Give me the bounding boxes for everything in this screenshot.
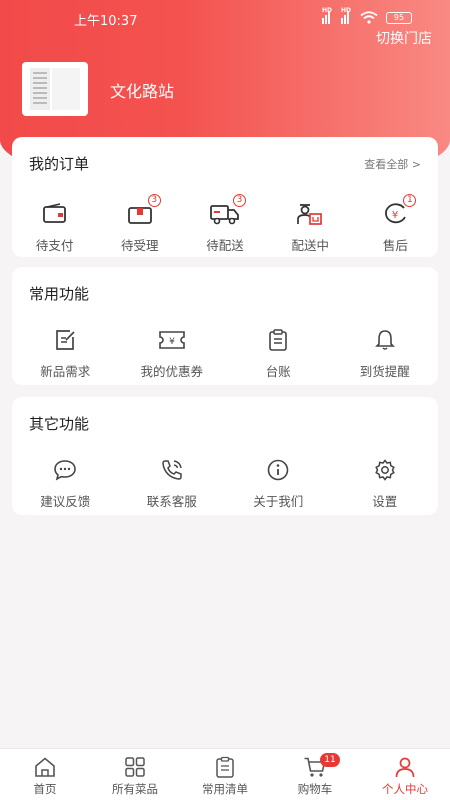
function-label: 设置 (372, 494, 398, 509)
status-icons: HD HD 95 (322, 7, 412, 24)
bell-icon (370, 325, 400, 355)
phone-icon (157, 455, 187, 485)
order-badge: 1 (403, 194, 417, 207)
store-avatar[interactable] (22, 62, 88, 116)
wifi-icon (360, 11, 378, 24)
tab-home[interactable]: 首页 (0, 749, 90, 800)
order-status-label: 配送中 (291, 238, 329, 253)
function-label: 我的优惠券 (140, 364, 203, 379)
tab-label: 常用清单 (202, 782, 248, 796)
info-icon (263, 455, 293, 485)
common-functions-title: 常用功能 (29, 285, 90, 303)
battery-icon: 95 (386, 11, 412, 24)
function-label: 台账 (265, 364, 291, 379)
signal-icon-2: HD (341, 7, 352, 24)
my-coupons-button[interactable]: ¥ 我的优惠券 (119, 325, 226, 380)
order-after-sales[interactable]: ¥ 1 售后 (353, 194, 438, 254)
tab-label: 首页 (33, 782, 57, 796)
home-icon (35, 757, 55, 777)
function-label: 关于我们 (253, 494, 304, 509)
ledger-button[interactable]: 台账 (225, 325, 332, 380)
tab-all-dishes[interactable]: 所有菜品 (90, 749, 180, 800)
other-functions-card: 其它功能 建议反馈 联系客服 关于我们 设置 (12, 397, 438, 515)
tab-label: 购物车 (297, 782, 333, 796)
truck-icon: 3 (210, 194, 246, 229)
wallet-icon (40, 199, 70, 229)
order-pending-payment[interactable]: 待支付 (12, 199, 97, 254)
gear-icon (370, 455, 400, 485)
person-icon (395, 757, 415, 778)
status-time: 上午10:37 (74, 14, 138, 29)
common-functions-card: 常用功能 新品需求 ¥ 我的优惠券 台账 到货提醒 (12, 267, 438, 385)
tab-label: 个人中心 (382, 782, 428, 796)
order-pending-acceptance[interactable]: 3 待受理 (97, 194, 182, 254)
order-status-label: 待配送 (206, 238, 244, 253)
order-in-delivery[interactable]: 配送中 (268, 199, 353, 254)
tab-profile[interactable]: 个人中心 (360, 749, 450, 800)
function-label: 建议反馈 (40, 494, 91, 509)
courier-icon (295, 199, 325, 229)
arrival-reminder-button[interactable]: 到货提醒 (332, 325, 439, 380)
order-badge: 3 (147, 194, 161, 207)
order-badge: 3 (233, 194, 246, 207)
grid-icon (125, 757, 145, 777)
customer-service-button[interactable]: 联系客服 (119, 455, 226, 510)
signal-icon: HD (322, 7, 333, 24)
order-status-label: 售后 (382, 238, 408, 253)
my-orders-card: 我的订单 查看全部 > 待支付 3 待受理 3 待配送 配送中 ¥ 1 售后 (12, 137, 438, 257)
gift-box-icon: 3 (125, 194, 161, 229)
tab-cart[interactable]: 11 购物车 (270, 749, 360, 800)
status-bar: 上午10:37 HD HD 95 (0, 7, 450, 30)
function-label: 新品需求 (40, 364, 91, 379)
clipboard-icon (263, 325, 293, 355)
coupon-icon: ¥ (157, 325, 187, 355)
after-sales-icon: ¥ 1 (380, 194, 417, 229)
my-orders-title: 我的订单 (29, 155, 90, 173)
feedback-button[interactable]: 建议反馈 (12, 455, 119, 510)
order-pending-delivery[interactable]: 3 待配送 (182, 194, 267, 254)
new-product-request-button[interactable]: 新品需求 (12, 325, 119, 380)
cart-count-badge: 11 (320, 753, 340, 767)
switch-store-button[interactable]: 切换门店 (376, 28, 432, 48)
order-status-label: 待受理 (121, 238, 159, 253)
settings-button[interactable]: 设置 (332, 455, 439, 510)
function-label: 联系客服 (146, 494, 197, 509)
order-status-label: 待支付 (35, 238, 74, 253)
tab-label: 所有菜品 (112, 782, 158, 796)
function-label: 到货提醒 (359, 364, 410, 379)
view-all-orders-link[interactable]: 查看全部 > (364, 156, 421, 172)
svg-text:¥: ¥ (169, 337, 175, 347)
about-us-button[interactable]: 关于我们 (225, 455, 332, 510)
svg-text:¥: ¥ (392, 210, 398, 221)
edit-note-icon (50, 325, 80, 355)
tab-common-list[interactable]: 常用清单 (180, 749, 270, 800)
store-name: 文化路站 (110, 82, 175, 101)
bottom-tab-bar: 首页 所有菜品 常用清单 11 购物车 个人中心 (0, 748, 450, 800)
other-functions-title: 其它功能 (29, 415, 90, 433)
list-icon (216, 756, 234, 778)
chat-icon (50, 455, 80, 485)
